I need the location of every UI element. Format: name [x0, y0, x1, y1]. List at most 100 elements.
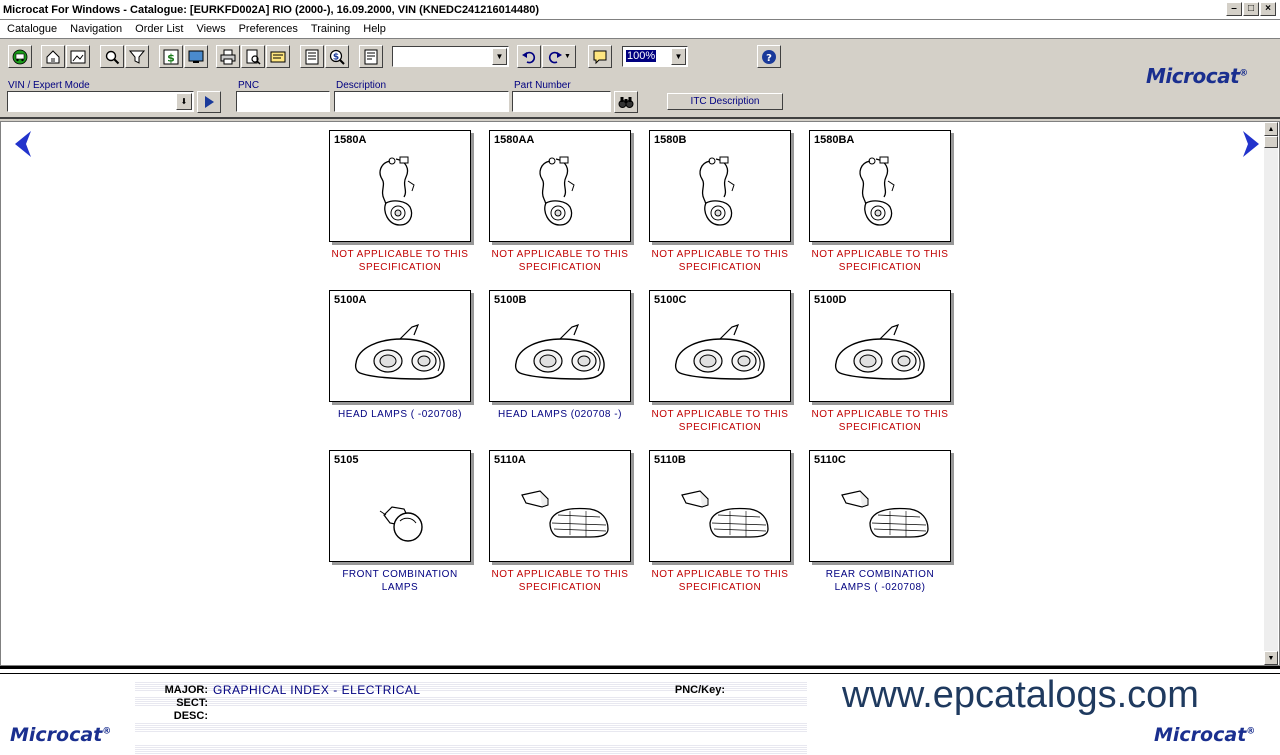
illustration-code: 5100C: [654, 294, 687, 306]
pnc-key-label: PNC/Key:: [674, 684, 725, 696]
download-icon[interactable]: ⬇: [176, 93, 192, 110]
picture-button[interactable]: [66, 45, 90, 68]
menu-training[interactable]: Training: [304, 23, 356, 35]
vertical-scrollbar[interactable]: ▲ ▼: [1264, 122, 1278, 665]
help-button[interactable]: ?: [757, 45, 781, 68]
pnc-input[interactable]: [236, 91, 330, 112]
zoom-select[interactable]: 100% ▼: [622, 46, 688, 67]
chevron-down-icon[interactable]: ▼: [492, 48, 507, 65]
part-number-input[interactable]: [512, 91, 611, 112]
rear-lamp-icon: [521, 490, 609, 538]
illustration-code: 5100B: [494, 294, 527, 306]
maximize-button[interactable]: □: [1243, 2, 1259, 16]
order-list-button[interactable]: [300, 45, 324, 68]
caption-line: NOT APPLICABLE TO THIS: [491, 569, 629, 580]
illustration-frame[interactable]: 5100C: [649, 290, 791, 402]
undo-button[interactable]: [517, 45, 541, 68]
illustration-frame[interactable]: 1580A: [329, 130, 471, 242]
document-icon: [364, 49, 378, 64]
comment-button[interactable]: [588, 45, 612, 68]
home-button[interactable]: [41, 45, 65, 68]
caption-line: SPECIFICATION: [358, 262, 442, 273]
illustration-tile[interactable]: 1580BA NOT APPLICABLE TO THIS SPECIFICATIO…: [809, 130, 969, 280]
head-lamp-icon: [834, 324, 925, 380]
menu-order-list[interactable]: Order List: [128, 23, 189, 35]
illustration-frame[interactable]: 5100A: [329, 290, 471, 402]
find-button[interactable]: [614, 91, 638, 113]
illustration-tile[interactable]: 1580B NOT APPLICABLE TO THIS SPECIFICATION: [649, 130, 809, 280]
menu-help[interactable]: Help: [356, 23, 392, 35]
illustration-frame[interactable]: 5110A: [489, 450, 631, 562]
caption-line: REAR COMBINATION: [825, 569, 935, 580]
illustration-frame[interactable]: 1580BA: [809, 130, 951, 242]
vehicle-button[interactable]: [8, 45, 32, 68]
notes-icon: [270, 51, 286, 62]
illustration-caption: NOT APPLICABLE TO THIS SPECIFICATION: [479, 568, 641, 594]
microcat-logo: Microcat®: [1154, 724, 1256, 746]
print-preview-button[interactable]: [241, 45, 265, 68]
vin-input[interactable]: ⬇: [7, 91, 194, 112]
minimize-button[interactable]: –: [1226, 2, 1242, 16]
car-icon: [12, 49, 28, 64]
illustration-tile[interactable]: 1580AA NOT APPLICABLE TO THIS SPECIFICATIO…: [489, 130, 649, 280]
illustration-tile[interactable]: 5100B HEAD LAMPS (020708 -): [489, 290, 649, 440]
pnc-label: PNC: [238, 80, 260, 91]
caption-line: SPECIFICATION: [518, 262, 602, 273]
notes-button[interactable]: [266, 45, 290, 68]
svg-text:$: $: [333, 52, 339, 62]
caption-line: NOT APPLICABLE TO THIS: [811, 249, 949, 260]
scroll-thumb[interactable]: [1264, 136, 1278, 148]
illustration-frame[interactable]: 5100D: [809, 290, 951, 402]
bulb-icon: [379, 506, 423, 542]
illustration-frame[interactable]: 5110C: [809, 450, 951, 562]
illustration-caption: NOT APPLICABLE TO THIS SPECIFICATION: [479, 248, 641, 274]
caption-line: NOT APPLICABLE TO THIS: [811, 409, 949, 420]
illustration-tile[interactable]: 5110B NOT APPLICABLE TO THIS SPECIFICATION: [649, 450, 809, 600]
caption-line: NOT APPLICABLE TO THIS: [491, 249, 629, 260]
search-button[interactable]: [100, 45, 124, 68]
illustration-tile[interactable]: 5100A HEAD LAMPS ( -020708): [329, 290, 489, 440]
menu-catalogue[interactable]: Catalogue: [0, 23, 63, 35]
chevron-down-icon[interactable]: ▼: [671, 48, 686, 65]
illustration-frame[interactable]: 5105: [329, 450, 471, 562]
close-button[interactable]: ×: [1260, 2, 1276, 16]
caption-line: LAMPS ( -020708): [834, 582, 926, 593]
menu-views[interactable]: Views: [189, 23, 231, 35]
previous-page-icon[interactable]: [13, 130, 33, 158]
catalogue-list-button[interactable]: [359, 45, 383, 68]
caption-line: SPECIFICATION: [678, 422, 762, 433]
illustration-tile[interactable]: 5100D NOT APPLICABLE TO THIS SPECIFICATION: [809, 290, 969, 440]
price-search-button[interactable]: $: [325, 45, 349, 68]
monitor-button[interactable]: [184, 45, 208, 68]
microcat-logo: Microcat®: [1146, 64, 1248, 88]
description-label: Description: [336, 80, 387, 91]
illustration-tile[interactable]: 5110A NOT APPLICABLE TO THIS SPECIFICATION: [489, 450, 649, 600]
illustration-tile[interactable]: 5110C REAR COMBINATION LAMPS ( -020708): [809, 450, 969, 600]
caption-line: HEAD LAMPS (020708 -): [498, 409, 622, 420]
scroll-down-icon[interactable]: ▼: [1264, 651, 1278, 665]
illustration-frame[interactable]: 1580AA: [489, 130, 631, 242]
caption-line: NOT APPLICABLE TO THIS: [651, 249, 789, 260]
print-button[interactable]: [216, 45, 240, 68]
illustration-frame[interactable]: 5110B: [649, 450, 791, 562]
filter-button[interactable]: [125, 45, 149, 68]
next-page-icon[interactable]: [1241, 130, 1261, 158]
illustration-tile[interactable]: 1580A NOT APPLICABLE TO THIS SPECIFICATION: [329, 130, 489, 280]
itc-description-button[interactable]: ITC Description: [667, 93, 783, 110]
illustration-frame[interactable]: 5100B: [489, 290, 631, 402]
illustration-tile[interactable]: 5100C NOT APPLICABLE TO THIS SPECIFICATION: [649, 290, 809, 440]
redo-button[interactable]: ▼: [542, 45, 576, 68]
price-button[interactable]: $: [159, 45, 183, 68]
menu-navigation[interactable]: Navigation: [63, 23, 128, 35]
list-icon: [305, 49, 319, 64]
home-icon: [46, 49, 60, 63]
menu-preferences[interactable]: Preferences: [232, 23, 304, 35]
description-input[interactable]: [334, 91, 509, 112]
illustration-tile[interactable]: 5105 FRONT COMBINATION LAMPS: [329, 450, 489, 600]
vin-go-button[interactable]: [197, 91, 221, 113]
illustration-frame[interactable]: 1580B: [649, 130, 791, 242]
rear-lamp-icon: [681, 490, 769, 538]
picture-icon: [70, 50, 86, 63]
view-select[interactable]: ▼: [392, 46, 509, 67]
scroll-up-icon[interactable]: ▲: [1264, 122, 1278, 136]
